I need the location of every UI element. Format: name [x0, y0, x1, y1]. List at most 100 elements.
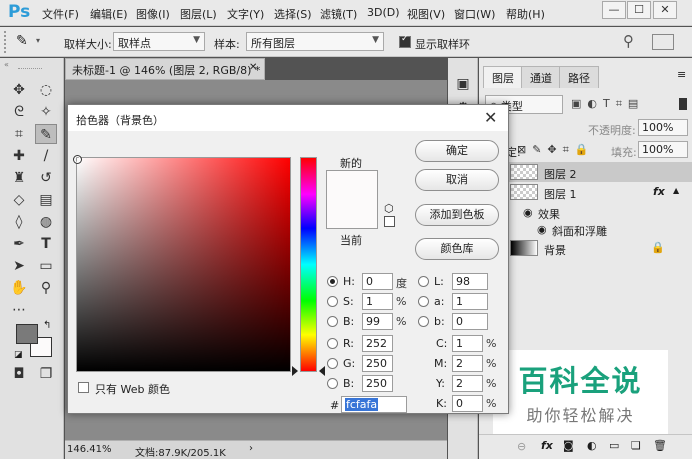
eraser-tool-icon[interactable]: ◇ [8, 190, 30, 210]
lab-b-field[interactable]: 0 [452, 313, 488, 330]
menu-filter[interactable]: 滤镜(T) [320, 6, 357, 22]
status-menu-arrow-icon[interactable]: › [249, 443, 253, 454]
new-layer-icon[interactable]: ❏ [631, 439, 641, 452]
dodge-tool-icon[interactable]: ◍ [35, 212, 57, 232]
lasso-tool-icon[interactable]: ᘓ [8, 102, 30, 122]
dialog-title-bar[interactable]: 拾色器（背景色） ✕ [68, 105, 508, 131]
red-radio[interactable] [327, 338, 338, 349]
chevron-up-icon[interactable]: ▲ [673, 186, 679, 195]
link-layers-icon[interactable]: ⊖ [517, 440, 526, 453]
hue-slider-left-arrow-icon[interactable] [292, 366, 298, 376]
sample-select[interactable]: 所有图层 ▼ [246, 32, 384, 51]
workspace-icon[interactable] [652, 34, 674, 50]
hue-field[interactable]: 0 [362, 273, 393, 290]
maximize-button[interactable]: ☐ [627, 1, 651, 19]
close-window-button[interactable]: ✕ [653, 1, 677, 19]
history-panel-icon[interactable]: ▣ [452, 74, 474, 94]
fill-field[interactable]: 100% [638, 141, 688, 158]
zoom-level[interactable]: 146.41% [67, 444, 112, 455]
menu-3d[interactable]: 3D(D) [367, 6, 400, 19]
color-field-cursor[interactable] [73, 155, 82, 164]
menu-layer[interactable]: 图层(L) [180, 6, 217, 22]
move-tool-icon[interactable]: ✥ [8, 80, 30, 100]
add-to-swatches-button[interactable]: 添加到色板 [415, 204, 499, 226]
menu-help[interactable]: 帮助(H) [506, 6, 545, 22]
magic-wand-tool-icon[interactable]: ✧ [35, 102, 57, 122]
menu-file[interactable]: 文件(F) [42, 6, 79, 22]
eye-icon[interactable]: ◉ [537, 223, 547, 236]
brightness-field[interactable]: 99 [362, 313, 393, 330]
quick-mask-icon[interactable]: ◘ [8, 364, 30, 384]
opacity-field[interactable]: 100% [638, 119, 688, 136]
bevel-emboss-row[interactable]: ◉ 斜面和浮雕 [479, 219, 692, 239]
lab-a-field[interactable]: 1 [452, 293, 488, 310]
crop-tool-icon[interactable]: ⌗ [8, 124, 30, 144]
green-radio[interactable] [327, 358, 338, 369]
search-icon[interactable]: ⚲ [623, 32, 634, 50]
eyedropper-tool-icon[interactable]: ✎ [35, 124, 57, 144]
eyedropper-tool-icon[interactable]: ✎ [16, 33, 28, 49]
more-tools-icon[interactable]: ⋯ [8, 300, 30, 320]
default-colors-icon[interactable]: ◪ [14, 350, 23, 360]
green-field[interactable]: 250 [362, 355, 393, 372]
saturation-radio[interactable] [327, 296, 338, 307]
blur-tool-icon[interactable]: ◊ [8, 212, 30, 232]
panel-menu-icon[interactable]: ≡ [677, 68, 686, 81]
eye-icon[interactable]: ◉ [523, 206, 533, 219]
effects-fx-icon[interactable]: fx [653, 185, 665, 198]
delete-layer-icon[interactable]: 🗑 [653, 439, 667, 452]
new-group-icon[interactable]: ▭ [609, 439, 619, 452]
tab-layers[interactable]: 图层 [483, 66, 523, 88]
sample-size-select[interactable]: 取样点 ▼ [113, 32, 205, 51]
lab-l-field[interactable]: 98 [452, 273, 488, 290]
red-field[interactable]: 252 [362, 335, 393, 352]
screen-mode-icon[interactable]: ❐ [35, 364, 57, 384]
marquee-tool-icon[interactable]: ◌ [35, 80, 57, 100]
web-safe-swatch[interactable] [384, 216, 395, 227]
black-field[interactable]: 0 [452, 395, 483, 412]
type-tool-icon[interactable]: T [35, 234, 57, 254]
collapse-icon[interactable]: « [4, 60, 9, 69]
document-tab[interactable]: 未标题-1 @ 146% (图层 2, RGB/8) * ✕ [65, 58, 265, 80]
layer-row-2[interactable]: 图层 2 [479, 162, 692, 182]
blue-field[interactable]: 250 [362, 375, 393, 392]
brightness-radio[interactable] [327, 316, 338, 327]
cube-icon[interactable]: ⬡ [384, 202, 394, 215]
gradient-tool-icon[interactable]: ▤ [35, 190, 57, 210]
layer-row-1[interactable]: 图层 1 fx ▲ [479, 182, 692, 202]
close-icon[interactable]: ✕ [484, 108, 497, 127]
current-color-swatch[interactable] [326, 228, 378, 229]
foreground-color-swatch[interactable] [16, 324, 38, 344]
swap-colors-icon[interactable]: ↰ [43, 320, 51, 331]
history-brush-tool-icon[interactable]: ↺ [35, 168, 57, 188]
hand-tool-icon[interactable]: ✋ [8, 278, 30, 298]
cancel-button[interactable]: 取消 [415, 169, 499, 191]
cyan-field[interactable]: 1 [452, 335, 483, 352]
color-libraries-button[interactable]: 颜色库 [415, 238, 499, 260]
healing-brush-tool-icon[interactable]: ✚ [8, 146, 30, 166]
close-tab-icon[interactable]: ✕ [249, 62, 257, 73]
lab-a-radio[interactable] [418, 296, 429, 307]
ok-button[interactable]: 确定 [415, 140, 499, 162]
only-web-colors-checkbox[interactable] [78, 382, 89, 393]
lab-l-radio[interactable] [418, 276, 429, 287]
menu-window[interactable]: 窗口(W) [454, 6, 495, 22]
hue-slider-right-arrow-icon[interactable] [319, 366, 325, 376]
menu-image[interactable]: 图像(I) [136, 6, 170, 22]
layer-filter-icons[interactable]: ▣◐T⌗▤ [571, 97, 644, 111]
menu-type[interactable]: 文字(Y) [227, 6, 264, 22]
stamp-tool-icon[interactable]: ♜ [8, 168, 30, 188]
hue-radio[interactable] [327, 276, 338, 287]
add-mask-icon[interactable]: ◙ [563, 439, 574, 452]
menu-edit[interactable]: 编辑(E) [90, 6, 128, 22]
adjustment-layer-icon[interactable]: ◐ [587, 439, 597, 452]
zoom-tool-icon[interactable]: ⚲ [35, 278, 57, 298]
rectangle-tool-icon[interactable]: ▭ [35, 256, 57, 276]
tool-preset-chevron-icon[interactable]: ▾ [36, 36, 40, 45]
lab-b-radio[interactable] [418, 316, 429, 327]
layer-row-background[interactable]: 背景 🔒 [479, 238, 692, 258]
tab-channels[interactable]: 通道 [521, 66, 561, 88]
blue-radio[interactable] [327, 378, 338, 389]
minimize-button[interactable]: — [602, 1, 626, 19]
path-selection-tool-icon[interactable]: ➤ [8, 256, 30, 276]
